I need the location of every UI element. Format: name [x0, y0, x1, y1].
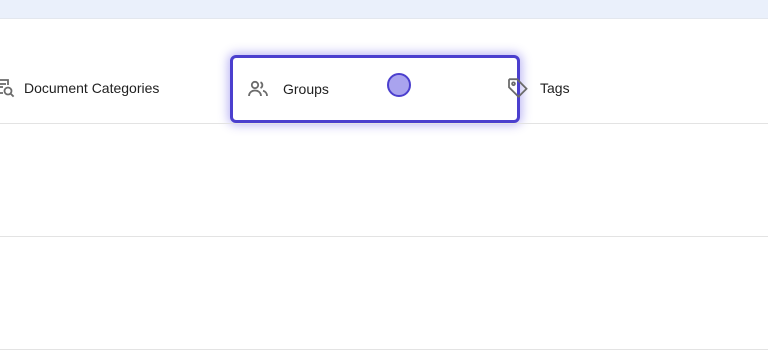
tag-icon	[506, 76, 530, 100]
people-icon	[247, 78, 269, 100]
tab-groups[interactable]: Groups	[230, 55, 520, 123]
page: Document Categories Groups Tags	[0, 0, 768, 364]
row-divider	[0, 236, 768, 237]
tab-document-categories-label: Document Categories	[24, 80, 160, 96]
tab-groups-label: Groups	[283, 81, 329, 97]
tab-document-categories[interactable]: Document Categories	[0, 56, 224, 120]
cursor-indicator	[387, 73, 411, 97]
row-divider	[0, 123, 768, 124]
row-divider	[0, 349, 768, 350]
document-search-icon	[0, 77, 16, 99]
tab-tags[interactable]: Tags	[506, 56, 706, 120]
tab-tags-label: Tags	[540, 80, 570, 96]
top-band	[0, 0, 768, 19]
